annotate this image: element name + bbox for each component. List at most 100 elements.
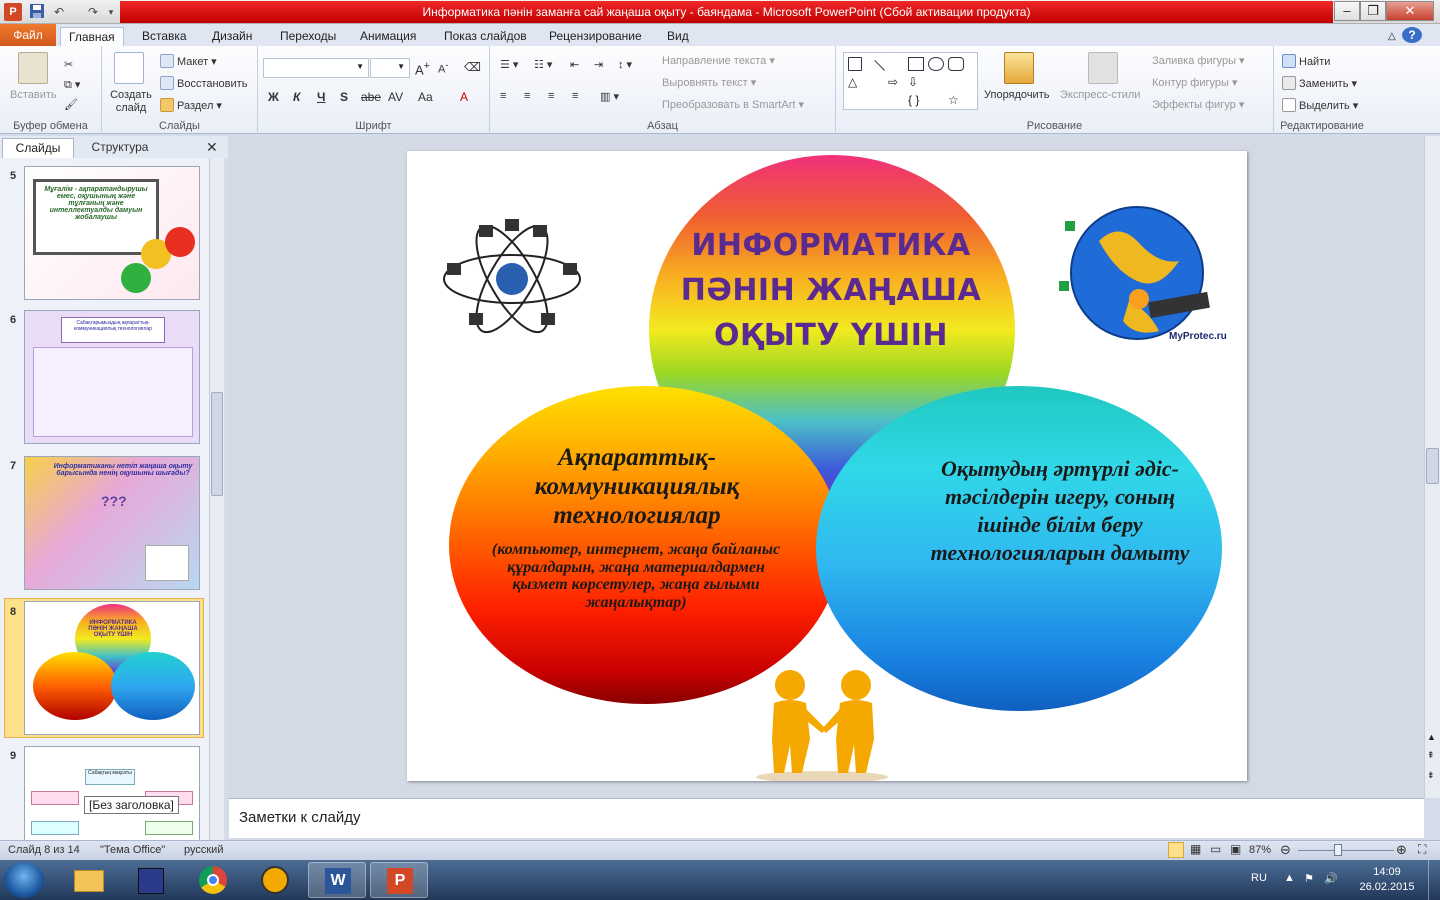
tab-animation[interactable]: Анимация xyxy=(352,27,424,46)
notes-pane[interactable]: Заметки к слайду xyxy=(229,798,1424,838)
shadow-button[interactable]: S xyxy=(340,90,348,104)
line-spacing-icon[interactable]: ↕ ▾ xyxy=(618,58,632,71)
star-shape-icon[interactable]: ☆ xyxy=(948,93,962,107)
fit-slide-icon[interactable]: ⛶ xyxy=(1418,842,1426,857)
restore-button[interactable]: ❐ xyxy=(1360,1,1386,21)
increase-indent-icon[interactable]: ⇥ xyxy=(594,58,603,71)
font-name-combo[interactable]: ▼ xyxy=(263,58,369,78)
font-color-button[interactable]: A xyxy=(460,90,468,104)
down-arrow-shape-icon[interactable]: ⇩ xyxy=(908,75,922,89)
shape-outline-button[interactable]: Контур фигуры ▾ xyxy=(1152,76,1238,89)
slide-thumbnail-8[interactable]: ИНФОРМАТИКА ПӘНІН ЖАҢАША ОҚЫТУ ҮШІН xyxy=(24,601,200,735)
word-icon[interactable]: W xyxy=(308,862,366,898)
numbering-icon[interactable]: ☷ ▾ xyxy=(534,58,552,71)
smartart-button[interactable]: Преобразовать в SmartArt ▾ xyxy=(662,98,804,111)
notes-placeholder[interactable]: Заметки к слайду xyxy=(239,809,361,826)
zoom-out-icon[interactable]: ⊖ xyxy=(1280,842,1291,858)
text-direction-button[interactable]: Направление текста ▾ xyxy=(662,54,775,67)
justify-icon[interactable]: ≡ xyxy=(572,90,578,102)
zoom-level[interactable]: 87% xyxy=(1249,844,1271,856)
close-icon[interactable]: ✕ xyxy=(206,139,218,156)
language-indicator[interactable]: русский xyxy=(184,844,223,856)
normal-view-icon[interactable] xyxy=(1168,842,1184,858)
save-app-icon[interactable] xyxy=(122,862,180,898)
bullets-icon[interactable]: ☰ ▾ xyxy=(500,58,518,71)
arrange-button[interactable]: Упорядочить xyxy=(984,89,1049,101)
left-heading[interactable]: Ақпараттық-коммуникациялық технологиялар xyxy=(477,443,797,530)
underline-button[interactable]: Ч xyxy=(317,90,325,104)
new-slide-button[interactable]: Создать слайд xyxy=(108,89,154,115)
tray-expand-icon[interactable]: ▲ xyxy=(1284,872,1295,884)
start-button[interactable] xyxy=(4,862,44,898)
chrome-icon[interactable] xyxy=(184,862,242,898)
zoom-slider-thumb[interactable] xyxy=(1334,844,1342,856)
copy-icon[interactable]: ⧉ ▾ xyxy=(64,78,80,92)
tab-file[interactable]: Файл xyxy=(0,24,56,46)
tab-review[interactable]: Рецензирование xyxy=(541,27,650,46)
close-button[interactable]: ✕ xyxy=(1386,1,1434,21)
scroll-up-icon[interactable]: ▲ xyxy=(1427,732,1436,742)
slideshow-icon[interactable]: ▣ xyxy=(1230,842,1241,856)
volume-icon[interactable]: 🔊 xyxy=(1324,872,1338,885)
slide-thumbnail-7[interactable]: Информатиканы нетіп жаңаша оқыту барысын… xyxy=(24,456,200,590)
shapes-gallery[interactable]: △ ⇨ ⇩ ☆ { } xyxy=(843,52,978,110)
replace-button[interactable]: Заменить ▾ xyxy=(1282,76,1357,90)
slide-title[interactable]: ИНФОРМАТИКА ПӘНІН ЖАҢАША ОҚЫТУ ҮШІН xyxy=(671,223,991,358)
tab-outline[interactable]: Структура xyxy=(80,138,160,158)
show-desktop-button[interactable] xyxy=(1428,860,1440,900)
shape-fill-button[interactable]: Заливка фигуры ▾ xyxy=(1152,54,1245,67)
layout-button[interactable]: Макет ▾ xyxy=(160,54,217,68)
font-size-combo[interactable]: ▼ xyxy=(370,58,410,78)
select-button[interactable]: Выделить ▾ xyxy=(1282,98,1358,112)
arrow-shape-icon[interactable]: ⇨ xyxy=(888,75,902,89)
right-text[interactable]: Оқытудың әртүрлі әдіс-тәсілдерін игеру, … xyxy=(922,455,1198,567)
help-icon[interactable]: ? xyxy=(1402,27,1422,43)
textbox-shape-icon[interactable] xyxy=(848,57,862,71)
shape-effects-button[interactable]: Эффекты фигур ▾ xyxy=(1152,98,1244,111)
zoom-slider[interactable] xyxy=(1298,850,1394,851)
tab-slideshow[interactable]: Показ слайдов xyxy=(436,27,535,46)
format-painter-icon[interactable]: 🖌 xyxy=(64,98,78,111)
thumbnails-scrollbar[interactable] xyxy=(209,158,224,840)
section-button[interactable]: Раздел ▾ xyxy=(160,98,222,112)
clear-format-icon[interactable]: ⌫ xyxy=(464,60,481,74)
keyboard-language[interactable]: RU xyxy=(1251,872,1267,884)
left-subtext[interactable]: (компьютер, интернет, жаңа байланыс құра… xyxy=(483,541,789,611)
customize-quick-access-icon[interactable]: ▾ xyxy=(102,3,120,21)
align-right-icon[interactable]: ≡ xyxy=(548,90,554,102)
align-text-button[interactable]: Выровнять текст ▾ xyxy=(662,76,756,89)
reading-view-icon[interactable]: ▭ xyxy=(1210,842,1221,856)
italic-button[interactable]: К xyxy=(293,90,300,104)
change-case-button[interactable]: Aa xyxy=(418,90,433,104)
handshake-figures-image[interactable] xyxy=(752,669,892,781)
align-left-icon[interactable]: ≡ xyxy=(500,90,506,102)
slide-thumbnail-9[interactable]: Сабақтың мақсаты xyxy=(24,746,200,840)
tab-slides[interactable]: Слайды xyxy=(2,138,74,158)
clock[interactable]: 14:09 26.02.2015 xyxy=(1352,865,1422,895)
quick-styles-button[interactable]: Экспресс-стили xyxy=(1060,89,1140,101)
explorer-icon[interactable] xyxy=(60,862,118,898)
previous-slide-icon[interactable]: ⇞ xyxy=(1427,750,1435,761)
undo-icon[interactable]: ↶ xyxy=(50,3,68,21)
tab-transitions[interactable]: Переходы xyxy=(272,27,344,46)
strikethrough-button[interactable]: abe xyxy=(361,90,381,104)
paste-button[interactable]: Вставить xyxy=(10,89,57,101)
aimp-icon[interactable] xyxy=(246,862,304,898)
powerpoint-logo-icon[interactable]: P xyxy=(4,3,22,21)
slide-thumbnail-6[interactable]: Сабақтарымыздың ақпараттық-коммуникациял… xyxy=(24,310,200,444)
minimize-ribbon-icon[interactable]: △ xyxy=(1380,27,1404,46)
slide-canvas[interactable]: ИНФОРМАТИКА ПӘНІН ЖАҢАША ОҚЫТУ ҮШІН Ақпа… xyxy=(407,151,1247,781)
grow-font-icon[interactable]: A+ xyxy=(415,60,430,77)
line-shape-icon[interactable] xyxy=(865,60,885,80)
action-center-icon[interactable]: ⚑ xyxy=(1304,872,1314,885)
rectangle-shape-icon[interactable] xyxy=(908,57,924,71)
reset-button[interactable]: Восстановить xyxy=(160,76,247,90)
next-slide-icon[interactable]: ⇟ xyxy=(1427,770,1435,781)
brace-shape-icon[interactable]: { } xyxy=(908,93,922,107)
shrink-font-icon[interactable]: A- xyxy=(438,60,448,76)
scrollbar-thumb[interactable] xyxy=(1426,448,1439,484)
save-icon[interactable] xyxy=(28,3,46,21)
redo-icon[interactable]: ↷ xyxy=(84,3,102,21)
tab-home[interactable]: Главная xyxy=(60,27,124,46)
zoom-in-icon[interactable]: ⊕ xyxy=(1396,842,1407,858)
